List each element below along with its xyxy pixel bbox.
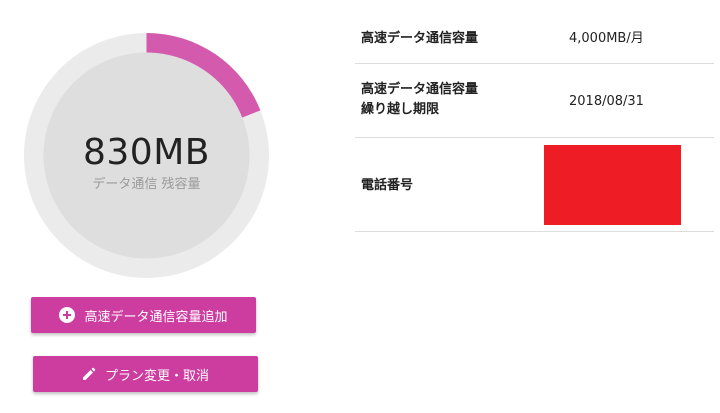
phone-number-label: 電話番号 (361, 178, 414, 193)
pencil-icon (82, 367, 96, 381)
remaining-data-gauge: 830MB データ通信 残容量 (24, 33, 269, 278)
info-row-capacity: 高速データ通信容量 4,000MB/月 (355, 0, 714, 64)
phone-number-redaction (544, 145, 681, 225)
remaining-data-caption: データ通信 残容量 (92, 177, 201, 192)
change-plan-button[interactable]: プラン変更・取消 (33, 356, 258, 392)
plus-circle-icon (59, 307, 76, 323)
info-row-phone: 電話番号 (355, 138, 714, 232)
remaining-data-value: 830MB (83, 132, 210, 173)
carryover-label: 高速データ通信容量 繰り越し期限 (361, 80, 478, 120)
carryover-label-line1: 高速データ通信容量 (361, 82, 479, 97)
carryover-label-line2: 繰り越し期限 (361, 102, 440, 117)
change-plan-label: プラン変更・取消 (104, 368, 209, 384)
carryover-deadline-value: 2018/08/31 (569, 94, 644, 109)
plan-info-table: 高速データ通信容量 4,000MB/月 高速データ通信容量 繰り越し期限 201… (355, 0, 714, 232)
capacity-value: 4,000MB/月 (569, 31, 644, 46)
capacity-label: 高速データ通信容量 (361, 31, 479, 46)
gauge-label-group: 830MB データ通信 残容量 (24, 133, 269, 195)
add-data-capacity-button[interactable]: 高速データ通信容量追加 (31, 297, 256, 333)
info-row-carryover: 高速データ通信容量 繰り越し期限 2018/08/31 (355, 64, 714, 138)
add-data-capacity-label: 高速データ通信容量追加 (84, 309, 228, 325)
